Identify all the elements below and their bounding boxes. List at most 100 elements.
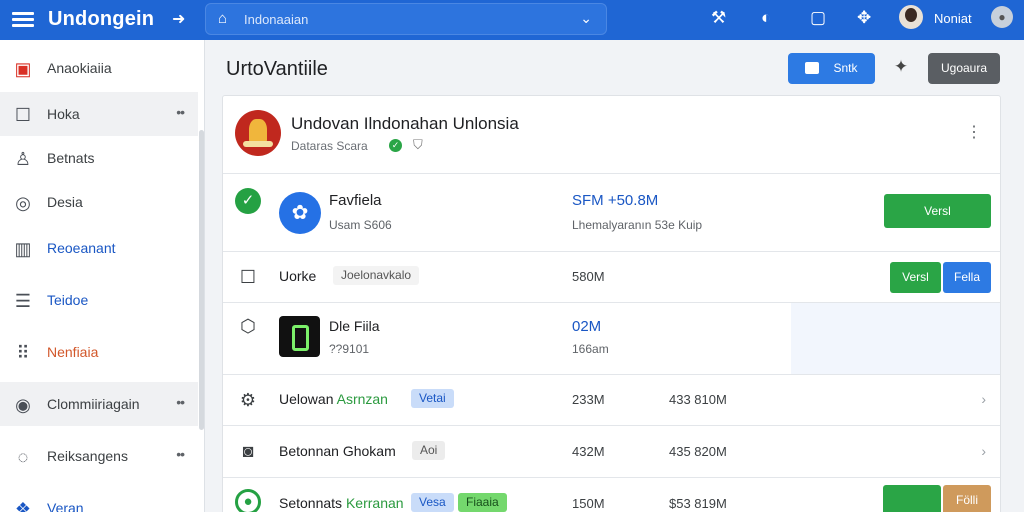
window-icon[interactable]: ▢: [810, 8, 826, 28]
versl-button[interactable]: Versl: [890, 262, 941, 293]
row-name: Uelowan Asrnzan: [279, 391, 388, 407]
row-highlight: [791, 303, 1000, 375]
sidebar-item-label: Anaokiaiia: [47, 60, 112, 76]
app-title: Undongein: [48, 8, 155, 30]
row-name: Dle Fiila: [329, 318, 380, 334]
row-tag: Vetai: [411, 389, 454, 408]
sidebar-item-clommiiriagain[interactable]: ◉ Clommiiriagain ••: [0, 382, 198, 426]
sidebar-item-label: Clommiiriagain: [47, 396, 140, 412]
chevron-right-icon[interactable]: ›: [981, 443, 986, 459]
list-item[interactable]: ⚙ Uelowan Asrnzan Vetai 233M 433 810M ›: [223, 374, 1000, 425]
sidebar-item-label: Betnats: [47, 150, 95, 166]
flag-icon: ▣: [14, 59, 32, 79]
more-icon[interactable]: ••: [176, 446, 185, 462]
row-name-green: Kerranan: [345, 495, 404, 511]
sidebar-item-label: Hoka: [47, 106, 80, 122]
row-value: 150M: [572, 496, 605, 511]
row-value2: $53 819M: [669, 496, 727, 511]
primary-button-label: Sntk: [833, 61, 858, 75]
list-item[interactable]: ● Setonnats Kerranan Vesa Fiaaia 150M $5…: [223, 477, 1000, 512]
row-tag: Vesa: [411, 493, 454, 512]
row-value: 432M: [572, 444, 605, 459]
collapse-arrow-icon[interactable]: ➜: [172, 9, 185, 29]
row-value: 02M: [572, 318, 602, 335]
app-logo-icon: [279, 316, 320, 357]
menu-icon[interactable]: [12, 9, 34, 31]
gear-icon: ⚙: [239, 390, 257, 410]
sidebar-item-reiksangens[interactable]: ◌ Reiksangens ••: [0, 434, 198, 478]
row-name: Setonnats Kerranan: [279, 495, 404, 511]
list-item[interactable]: ☐ Uorke Joelonavkalo 580M Versl Fella: [223, 251, 1000, 302]
sidebar-scrollbar[interactable]: [199, 130, 204, 430]
row-value: 233M: [572, 392, 605, 407]
more-icon[interactable]: ••: [176, 394, 185, 410]
main-card: Undovan Ilndonahan Unlonsia Dataras Scar…: [222, 95, 1001, 512]
row-value: 580M: [572, 269, 605, 284]
org-name: Undovan Ilndonahan Unlonsia: [291, 114, 519, 133]
app-logo-icon: ✿: [279, 192, 321, 234]
page-title: UrtoVantiile: [226, 58, 328, 80]
sidebar-item-label: Nenfiaia: [47, 344, 99, 360]
chat-icon: ◌: [17, 447, 29, 467]
person-circle-icon: ◉: [15, 395, 31, 415]
list-item[interactable]: ⬡ Dle Fiila ??9101 02M 166am: [223, 302, 1000, 375]
more-icon[interactable]: ••: [176, 104, 185, 120]
more-vert-icon[interactable]: ⋮: [966, 122, 982, 142]
move-icon[interactable]: ✥: [857, 8, 871, 28]
org-logo: [235, 110, 281, 156]
verified-icon: ✓: [389, 139, 402, 152]
sidebar-item-betnats[interactable]: ♙ Betnats: [0, 136, 198, 180]
list-item[interactable]: ◙ Betonnan Ghokam Aoi 432M 435 820M ›: [223, 425, 1000, 477]
row-name: Favfiela: [329, 192, 382, 209]
sidebar-item-anaokiaiia[interactable]: ▣ Anaokiaiia: [0, 46, 198, 90]
tag-icon: ❖: [14, 499, 32, 512]
chevron-down-icon[interactable]: ⌄: [580, 10, 592, 27]
check-circle-icon: ✓: [235, 188, 261, 214]
green-action-button[interactable]: [883, 485, 941, 512]
row-tag: Aoi: [412, 441, 446, 460]
row-name-green: Asrnzan: [336, 391, 388, 407]
primary-button[interactable]: Sntk: [788, 53, 875, 84]
avatar[interactable]: [899, 5, 923, 29]
top-app-bar: Undongein ➜ ⌂ Indonaaian ⌄ ⚒ ◐ ▢ ✥ Nonia…: [0, 0, 1024, 40]
row-name-text: Setonnats: [279, 495, 343, 511]
sidebar-item-hoka[interactable]: ☐ Hoka ••: [0, 92, 198, 136]
person-icon: ♙: [14, 149, 32, 169]
row-name: Uorke: [279, 268, 317, 284]
sidebar-item-label: Veran: [47, 500, 84, 512]
list-icon: ☰: [14, 291, 32, 311]
sidebar-item-nenfiaia[interactable]: ⠿ Nenfiaia: [0, 330, 198, 374]
account-icon[interactable]: ●: [991, 6, 1013, 28]
share-icon[interactable]: ✦: [889, 57, 913, 81]
camera-icon: [805, 62, 820, 74]
row-value2: 433 810M: [669, 392, 727, 407]
search-input[interactable]: Indonaaian: [244, 12, 308, 27]
sidebar-item-veran[interactable]: ❖ Veran: [0, 486, 198, 512]
tools-icon[interactable]: ⚒: [711, 8, 726, 28]
chevron-right-icon[interactable]: ›: [981, 391, 986, 407]
user-name[interactable]: Noniat: [934, 11, 972, 26]
eye-icon: ◎: [15, 193, 31, 213]
sidebar-item-desia[interactable]: ◎ Desia: [0, 180, 198, 224]
home-icon: ⌂: [218, 10, 228, 27]
sidebar-item-teidoe[interactable]: ☰ Teidoe: [0, 278, 198, 322]
row-value-sub: Lhemalyaranın 53e Kuip: [572, 218, 703, 232]
info-icon[interactable]: ◐: [761, 8, 771, 28]
row-value2: 435 820M: [669, 444, 727, 459]
row-tag: Joelonavkalo: [333, 266, 420, 285]
row-sub: Usam S606: [329, 218, 392, 232]
sidebar-item-label: Teidoe: [47, 292, 89, 308]
dark-button[interactable]: Ugoaura: [928, 53, 1000, 84]
row-tag: Fiaaia: [458, 493, 507, 512]
sidebar-item-reoeanant[interactable]: ▥ Reoeanant: [0, 226, 198, 270]
camera-icon: ◙: [242, 441, 254, 461]
org-subtitle: Dataras Scara: [291, 139, 368, 153]
list-item[interactable]: ✓ ✿ Favfiela Usam S606 SFM +50.8M Lhemal…: [223, 173, 1000, 251]
row-sub: ??9101: [329, 342, 370, 356]
versl-button[interactable]: Versl: [884, 194, 991, 228]
search-bar[interactable]: ⌂ Indonaaian ⌄: [205, 3, 607, 35]
sidebar-item-label: Reiksangens: [47, 448, 128, 464]
fella-button[interactable]: Fella: [943, 262, 991, 293]
folli-button[interactable]: Fölli: [943, 485, 991, 512]
status-ring-icon: ●: [235, 489, 261, 512]
